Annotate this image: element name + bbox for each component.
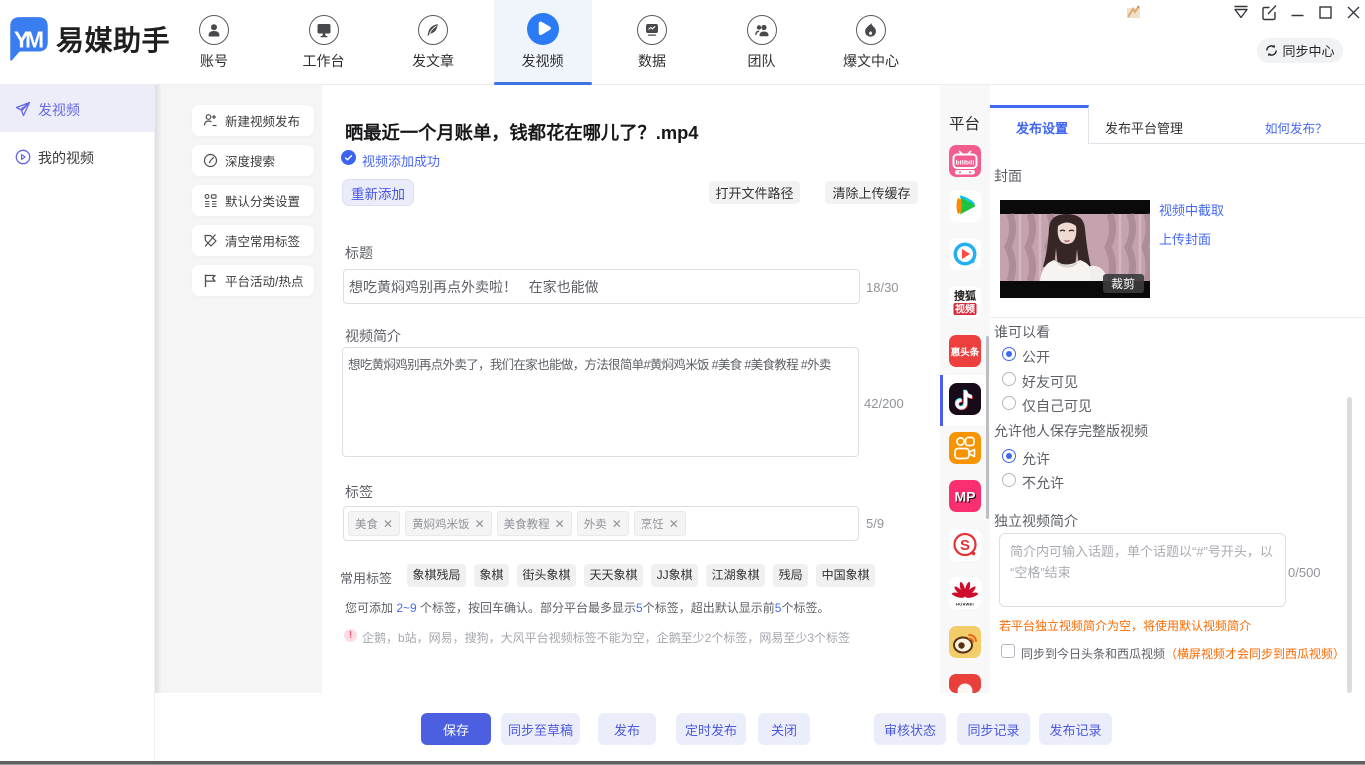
svg-text:MP: MP xyxy=(955,489,976,505)
svg-text:裁剪: 裁剪 xyxy=(1111,276,1135,291)
svg-text:YM: YM xyxy=(14,26,43,52)
svg-text:搜狐: 搜狐 xyxy=(954,289,976,303)
svg-text:HUAWEI: HUAWEI xyxy=(956,602,974,607)
svg-text:S: S xyxy=(960,537,970,554)
svg-text:惠头条: 惠头条 xyxy=(951,347,980,359)
svg-text:视频: 视频 xyxy=(955,303,975,316)
svg-text:bilibili: bilibili xyxy=(956,160,975,167)
